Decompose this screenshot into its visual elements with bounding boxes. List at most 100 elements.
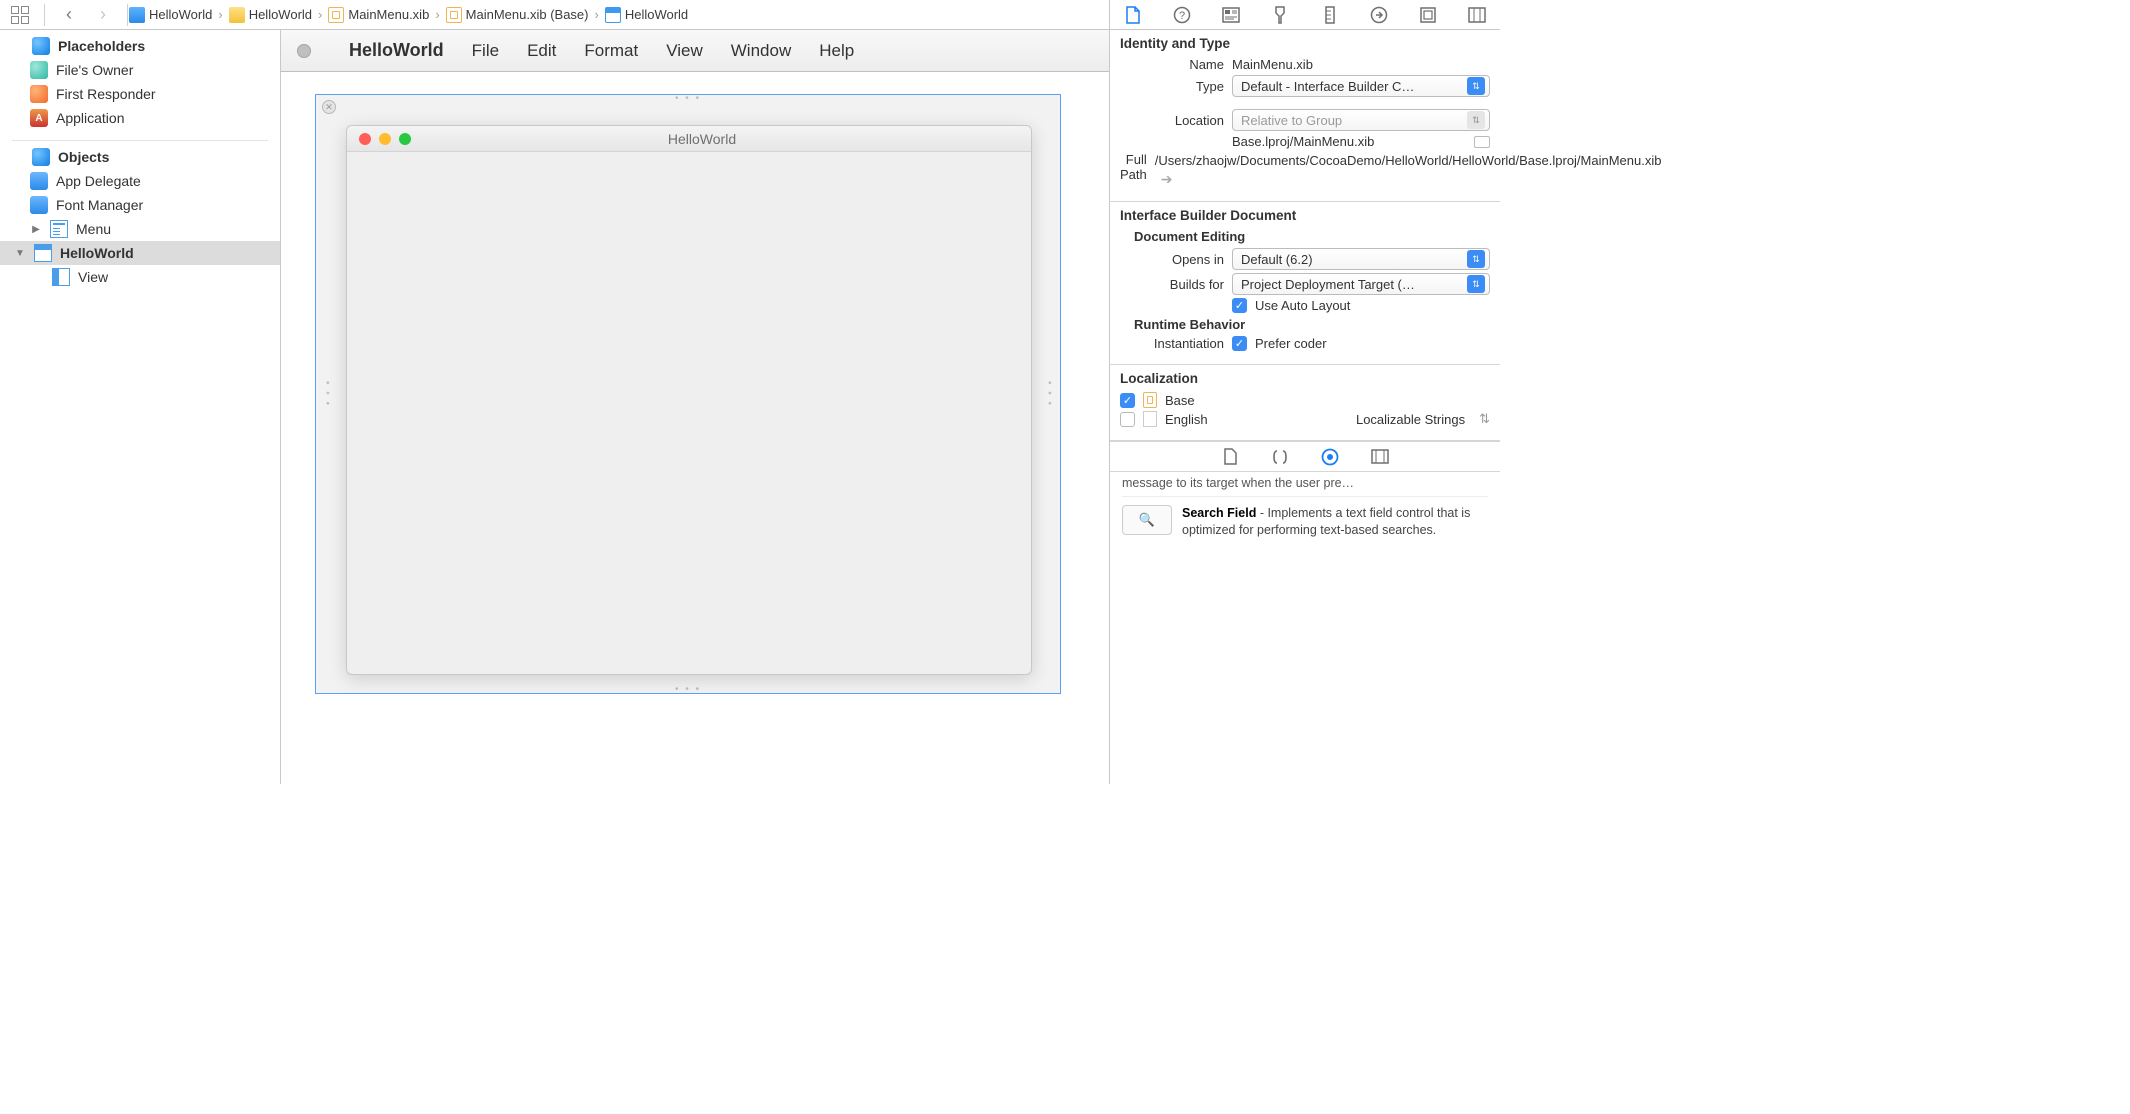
outline-item-helloworld-window[interactable]: ▼ HelloWorld — [0, 241, 280, 265]
effects-inspector-tab[interactable] — [1466, 4, 1488, 26]
related-items-button[interactable] — [6, 1, 34, 29]
menu-format[interactable]: Format — [584, 41, 638, 61]
close-icon[interactable] — [359, 133, 371, 145]
menubar-close-icon[interactable] — [297, 44, 311, 58]
file-icon — [1143, 411, 1157, 427]
chevron-right-icon: › — [435, 7, 439, 22]
search-field-thumbnail: 🔍 — [1122, 505, 1172, 535]
file-templates-tab[interactable] — [1219, 446, 1241, 468]
outline-item-view[interactable]: View — [0, 265, 280, 289]
file-inspector-tab[interactable] — [1122, 4, 1144, 26]
chevron-right-icon: › — [594, 7, 598, 22]
breadcrumb-item[interactable]: HelloWorld› — [129, 7, 225, 23]
section-title: Placeholders — [58, 38, 145, 54]
menu-edit[interactable]: Edit — [527, 41, 556, 61]
outline-item-font-manager[interactable]: Font Manager — [0, 193, 280, 217]
section-title: Localization — [1120, 371, 1490, 386]
xib-icon — [1143, 392, 1157, 408]
instantiation-label: Instantiation — [1120, 336, 1224, 351]
object-library-tab[interactable] — [1319, 446, 1341, 468]
window-icon — [34, 244, 52, 262]
code-snippets-tab[interactable] — [1269, 446, 1291, 468]
outline-item-application[interactable]: Application — [0, 106, 280, 130]
menu-file[interactable]: File — [472, 41, 499, 61]
outline-item-first-responder[interactable]: First Responder — [0, 82, 280, 106]
close-scene-icon[interactable]: ✕ — [322, 100, 336, 114]
resize-handle-right[interactable]: • • • — [1043, 381, 1054, 407]
breadcrumb-item[interactable]: MainMenu.xib (Base)› — [446, 7, 601, 23]
full-path-label: Full Path — [1120, 152, 1147, 182]
zoom-icon[interactable] — [399, 133, 411, 145]
main-area: Placeholders File's Owner First Responde… — [0, 30, 1500, 784]
menu-window[interactable]: Window — [731, 41, 791, 61]
resize-handle-left[interactable]: • • • — [322, 381, 333, 407]
reveal-arrow-icon[interactable]: ➔ — [1161, 171, 1173, 187]
breadcrumb-item[interactable]: MainMenu.xib› — [328, 7, 441, 23]
builds-for-dropdown[interactable]: Project Deployment Target (… ⇅ — [1232, 273, 1490, 295]
identity-inspector-tab[interactable] — [1220, 4, 1242, 26]
item-label: HelloWorld — [60, 245, 134, 261]
objects-header[interactable]: Objects — [0, 145, 280, 169]
back-button[interactable]: ‹ — [55, 1, 83, 29]
resize-handle-top[interactable]: • • • — [675, 93, 701, 104]
attributes-inspector-tab[interactable] — [1269, 4, 1291, 26]
forward-button[interactable]: › — [89, 1, 117, 29]
menu-view[interactable]: View — [666, 41, 703, 61]
placeholders-header[interactable]: Placeholders — [0, 34, 280, 58]
library-list[interactable]: message to its target when the user pre…… — [1110, 472, 1500, 784]
type-dropdown[interactable]: Default - Interface Builder C… ⇅ — [1232, 75, 1490, 97]
disclosure-triangle-icon[interactable]: ▶ — [30, 224, 42, 235]
connections-inspector-tab[interactable] — [1368, 4, 1390, 26]
opens-in-dropdown[interactable]: Default (6.2) ⇅ — [1232, 248, 1490, 270]
selection-frame[interactable]: ✕ • • • • • • • • • • • • HelloWorld — [315, 94, 1061, 694]
xib-icon — [446, 7, 462, 23]
divider — [44, 4, 45, 26]
outline-item-files-owner[interactable]: File's Owner — [0, 58, 280, 82]
breadcrumb-item[interactable]: HelloWorld — [605, 7, 688, 23]
localization-english-kind[interactable]: Localizable Strings — [1356, 412, 1465, 427]
canvas-surface[interactable]: ✕ • • • • • • • • • • • • HelloWorld — [281, 72, 1109, 784]
prefer-coder-label: Prefer coder — [1255, 336, 1327, 351]
bindings-inspector-tab[interactable] — [1417, 4, 1439, 26]
breadcrumb-label: HelloWorld — [625, 7, 688, 22]
type-label: Type — [1120, 79, 1224, 94]
cube-icon — [32, 148, 50, 166]
subsection-title: Document Editing — [1134, 229, 1490, 244]
item-label: App Delegate — [56, 173, 141, 189]
auto-layout-label: Use Auto Layout — [1255, 298, 1350, 313]
item-label: Application — [56, 110, 125, 126]
breadcrumb-label: HelloWorld — [149, 7, 212, 22]
name-value[interactable]: MainMenu.xib — [1232, 57, 1490, 72]
location-dropdown[interactable]: Relative to Group ⇅ — [1232, 109, 1490, 131]
window-mock[interactable]: HelloWorld — [346, 125, 1032, 675]
disclosure-triangle-icon[interactable]: ▼ — [14, 248, 26, 259]
menu-help[interactable]: Help — [819, 41, 854, 61]
library-item-search-field[interactable]: 🔍 Search Field - Implements a text field… — [1122, 496, 1488, 547]
outline-item-menu[interactable]: ▶ Menu — [0, 217, 280, 241]
media-library-tab[interactable] — [1369, 446, 1391, 468]
base-localization-checkbox[interactable]: ✓ — [1120, 393, 1135, 408]
chevron-updown-icon: ⇅ — [1467, 111, 1485, 129]
breadcrumb-item[interactable]: HelloWorld› — [229, 7, 325, 23]
prefer-coder-checkbox[interactable]: ✓ — [1232, 336, 1247, 351]
breadcrumb-label: HelloWorld — [249, 7, 312, 22]
item-label: Font Manager — [56, 197, 143, 213]
view-icon — [52, 268, 70, 286]
dropdown-value: Default (6.2) — [1241, 252, 1313, 267]
outline-item-app-delegate[interactable]: App Delegate — [0, 169, 280, 193]
menubar-app-name[interactable]: HelloWorld — [349, 40, 444, 61]
chevron-updown-icon: ⇅ — [1467, 275, 1485, 293]
quick-help-tab[interactable]: ? — [1171, 4, 1193, 26]
folder-icon[interactable] — [1474, 136, 1490, 148]
cube-icon — [32, 37, 50, 55]
auto-layout-checkbox[interactable]: ✓ — [1232, 298, 1247, 313]
english-localization-checkbox[interactable] — [1120, 412, 1135, 427]
canvas-area: HelloWorld File Edit Format View Window … — [281, 30, 1109, 784]
resize-handle-bottom[interactable]: • • • — [675, 684, 701, 695]
size-inspector-tab[interactable] — [1319, 4, 1341, 26]
minimize-icon[interactable] — [379, 133, 391, 145]
library-tabs — [1110, 442, 1500, 472]
name-label: Name — [1120, 57, 1224, 72]
window-titlebar: HelloWorld — [347, 126, 1031, 152]
placeholders-section: Placeholders File's Owner First Responde… — [0, 30, 280, 134]
